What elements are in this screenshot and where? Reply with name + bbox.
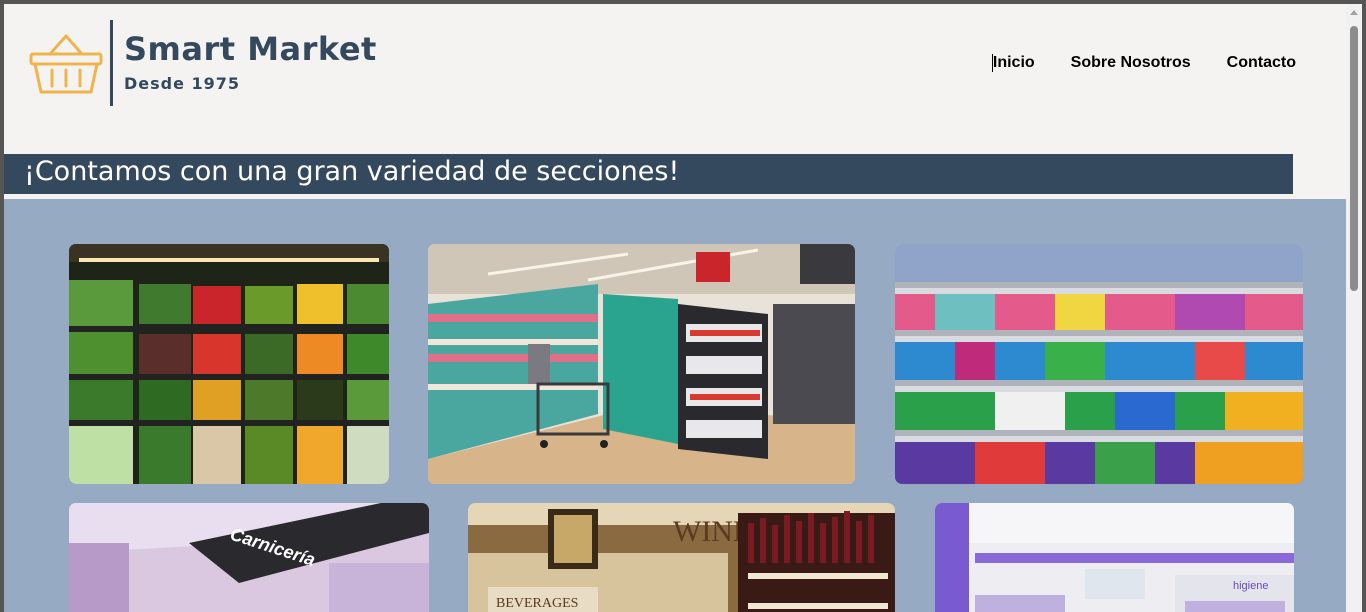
nav-link-contacto[interactable]: Contacto	[1227, 54, 1296, 72]
browser-viewport: Smart Market Desde 1975 Inicio Sobre Nos…	[4, 4, 1346, 612]
main-nav: Inicio Sobre Nosotros Contacto	[991, 54, 1296, 72]
gallery-image-hygiene[interactable]: higiene	[935, 503, 1294, 612]
scrollbar-thumb[interactable]	[1350, 26, 1358, 291]
sections-title: ¡Contamos con una gran variedad de secci…	[24, 156, 680, 187]
hygiene-sign: higiene	[1233, 580, 1268, 592]
gallery-image-aisle[interactable]	[428, 244, 855, 484]
produce-image	[69, 244, 389, 484]
butcher-image: Carnicería	[69, 503, 429, 612]
brand-tagline: Desde 1975	[124, 74, 241, 93]
scroll-up-arrow-icon[interactable]	[1350, 10, 1358, 15]
logo-divider	[110, 20, 113, 106]
cleaning-image	[895, 244, 1303, 484]
gallery-image-cleaning[interactable]	[895, 244, 1303, 484]
basket-icon	[29, 34, 103, 94]
site-header: Smart Market Desde 1975 Inicio Sobre Nos…	[4, 4, 1346, 154]
sections-banner: ¡Contamos con una gran variedad de secci…	[4, 154, 1293, 194]
beverages-sign: BEVERAGES	[496, 596, 578, 611]
gallery-image-wine[interactable]: WINE BEVERAGES	[468, 503, 895, 612]
gallery-image-produce[interactable]	[69, 244, 389, 484]
brand-name: Smart Market	[124, 30, 377, 68]
hygiene-image: higiene	[935, 503, 1294, 612]
nav-link-inicio[interactable]: Inicio	[991, 54, 1035, 72]
sections-gallery: Carnicería WINE BEVERAGES higiene	[4, 199, 1346, 612]
page-scrollbar[interactable]	[1346, 4, 1362, 612]
nav-link-sobre-nosotros[interactable]: Sobre Nosotros	[1071, 54, 1191, 72]
wine-image: WINE BEVERAGES	[468, 503, 895, 612]
aisle-image	[428, 244, 855, 484]
gallery-image-butcher[interactable]: Carnicería	[69, 503, 429, 612]
window-edge	[1362, 4, 1366, 612]
site-logo[interactable]: Smart Market Desde 1975	[28, 18, 388, 108]
